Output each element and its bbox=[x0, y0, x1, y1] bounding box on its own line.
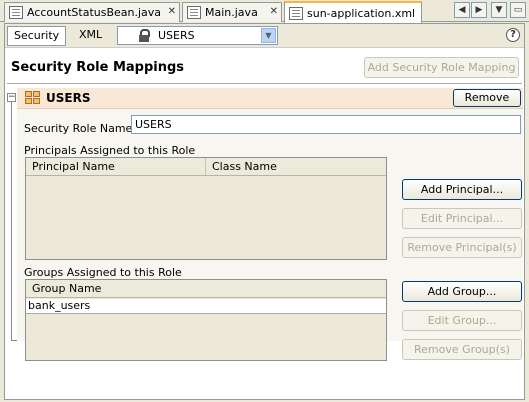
groups-table-header: Group Name bbox=[26, 280, 386, 298]
help-icon[interactable]: ? bbox=[506, 28, 520, 42]
remove-role-button[interactable]: Remove bbox=[453, 89, 521, 107]
add-principal-button[interactable]: Add Principal... bbox=[402, 179, 522, 200]
remove-principals-button[interactable]: Remove Principal(s) bbox=[402, 237, 522, 258]
page-title: Security Role Mappings bbox=[11, 60, 185, 75]
role-selector-value: USERS bbox=[158, 29, 195, 42]
edit-group-button[interactable]: Edit Group... bbox=[402, 310, 522, 331]
security-role-name-label: Security Role Name : bbox=[24, 122, 140, 135]
scroll-left-icon[interactable]: ◀ bbox=[454, 2, 470, 18]
role-title: USERS bbox=[46, 91, 91, 105]
principals-table-header: Principal Name Class Name bbox=[26, 158, 386, 176]
java-file-icon bbox=[187, 6, 201, 19]
add-group-button[interactable]: Add Group... bbox=[402, 281, 522, 302]
maximize-icon[interactable]: ▭ bbox=[510, 2, 526, 18]
principals-heading: Principals Assigned to this Role bbox=[24, 144, 196, 157]
scroll-right-icon[interactable]: ▶ bbox=[471, 2, 487, 18]
tab-list-icon[interactable]: ▼ bbox=[491, 2, 507, 18]
chevron-down-icon[interactable]: ▼ bbox=[261, 28, 276, 43]
security-role-name-field[interactable]: USERS bbox=[131, 115, 521, 134]
editor-tab-label: AccountStatusBean.java bbox=[27, 6, 162, 19]
editor-tab-sun-application[interactable]: sun-application.xml bbox=[284, 1, 422, 23]
column-principal-name[interactable]: Principal Name bbox=[26, 158, 206, 175]
groups-heading: Groups Assigned to this Role bbox=[24, 266, 182, 279]
editor-toolbar: Security XML USERS ▼ ? bbox=[5, 24, 524, 48]
close-icon[interactable]: ✕ bbox=[270, 6, 278, 17]
remove-groups-button[interactable]: Remove Group(s) bbox=[402, 339, 522, 360]
role-header: USERS Remove bbox=[17, 88, 523, 109]
edit-principal-button[interactable]: Edit Principal... bbox=[402, 208, 522, 229]
principals-table: Principal Name Class Name bbox=[25, 157, 387, 260]
tab-xml[interactable]: XML bbox=[73, 26, 108, 46]
add-security-role-mapping-button[interactable]: Add Security Role Mapping bbox=[364, 57, 519, 78]
lock-icon bbox=[139, 29, 150, 42]
column-group-name[interactable]: Group Name bbox=[26, 280, 386, 297]
close-icon[interactable]: ✕ bbox=[168, 6, 176, 17]
xml-file-icon bbox=[289, 6, 303, 20]
editor-tab-main[interactable]: Main.java ✕ bbox=[182, 2, 282, 22]
editor-tab-accountstatusbean[interactable]: AccountStatusBean.java ✕ bbox=[4, 2, 180, 22]
groups-table: Group Name bank_users bbox=[25, 279, 387, 361]
role-mapping-section: USERS Remove Security Role Name : USERS … bbox=[17, 88, 523, 361]
editor-tab-strip: AccountStatusBean.java ✕ Main.java ✕ sun… bbox=[0, 0, 529, 23]
header-divider bbox=[7, 83, 522, 84]
role-selector-dropdown[interactable]: USERS ▼ bbox=[117, 26, 278, 45]
editor-tab-label: Main.java bbox=[205, 6, 258, 19]
tab-security[interactable]: Security bbox=[7, 26, 67, 46]
collapse-icon[interactable]: − bbox=[7, 93, 16, 102]
editor-panel: Security XML USERS ▼ ? Security Role Map… bbox=[4, 23, 525, 400]
java-file-icon bbox=[9, 6, 23, 19]
table-row[interactable]: bank_users bbox=[26, 299, 386, 314]
role-group-icon bbox=[25, 91, 41, 105]
column-class-name[interactable]: Class Name bbox=[206, 158, 386, 175]
editor-tab-label: sun-application.xml bbox=[307, 6, 416, 20]
